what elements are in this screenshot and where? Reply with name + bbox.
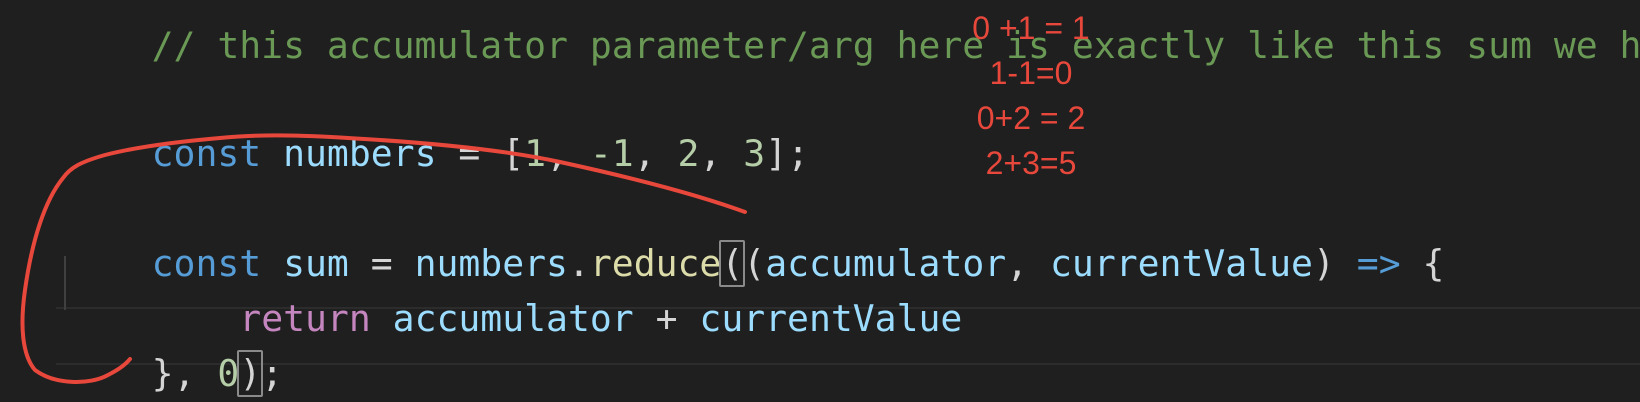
code-editor[interactable]: // this accumulator parameter/arg here i… xyxy=(0,0,1640,402)
annotation-stroke xyxy=(20,133,747,384)
freehand-annotation-stroke xyxy=(20,133,747,384)
